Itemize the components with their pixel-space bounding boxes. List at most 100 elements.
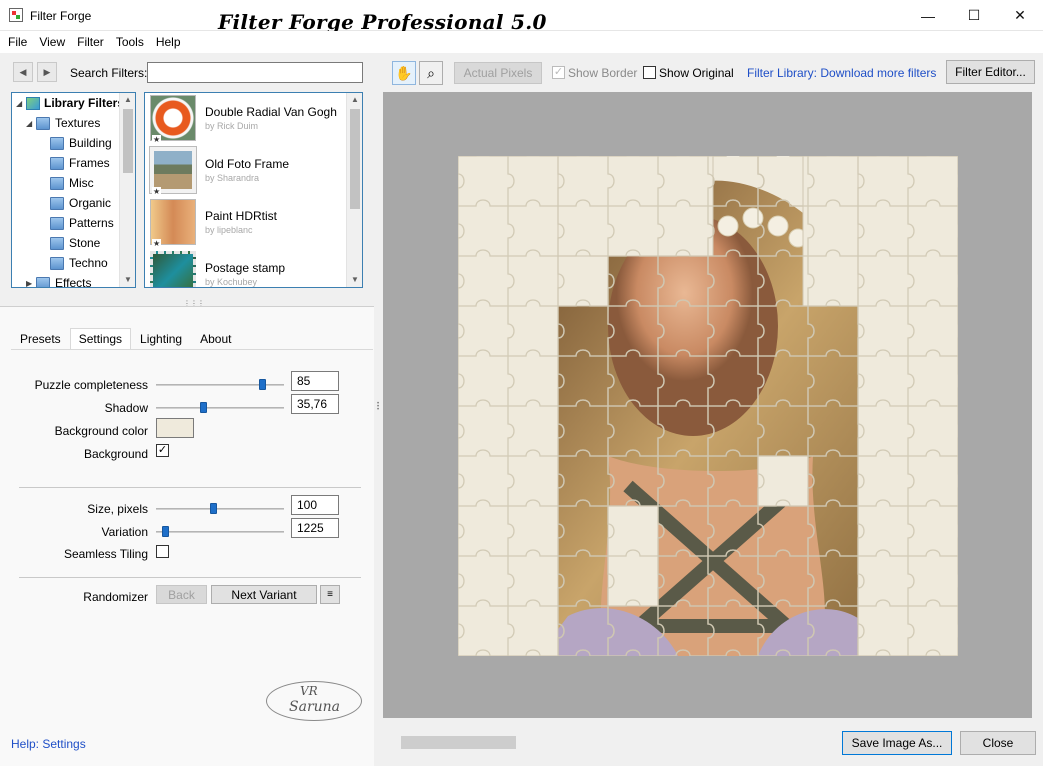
background-color-swatch[interactable] bbox=[156, 418, 194, 438]
puzzle-completeness-value[interactable]: 85 bbox=[291, 371, 339, 391]
tree-item-misc[interactable]: Misc bbox=[50, 173, 94, 193]
slider-thumb[interactable] bbox=[162, 526, 169, 537]
list-item[interactable]: ★ Paint HDRtist by lipeblanc bbox=[148, 197, 346, 249]
library-cube-icon bbox=[26, 96, 40, 110]
filter-library-link[interactable]: Filter Library: Download more filters bbox=[747, 66, 936, 80]
maximize-button[interactable]: ☐ bbox=[951, 0, 997, 31]
app-icon bbox=[9, 8, 23, 22]
search-label: Search Filters: bbox=[70, 66, 148, 80]
tree-item-techno[interactable]: Techno bbox=[50, 253, 108, 273]
menu-tools[interactable]: Tools bbox=[110, 35, 150, 49]
vertical-splitter[interactable]: • • • bbox=[374, 53, 383, 766]
progress-bar bbox=[401, 736, 516, 749]
left-panel: ◀ ▶ Search Filters: ◢ Library Filters ◢ … bbox=[0, 53, 374, 766]
grip-icon: • • • bbox=[377, 401, 380, 413]
filter-list-scrollbar[interactable]: ▲ ▼ bbox=[346, 93, 362, 287]
search-input[interactable] bbox=[147, 62, 363, 83]
shadow-value[interactable]: 35,76 bbox=[291, 394, 339, 414]
close-window-button[interactable]: ✕ bbox=[997, 0, 1043, 31]
tab-about[interactable]: About bbox=[191, 328, 241, 350]
randomizer-menu-button[interactable]: ≡ bbox=[320, 585, 340, 604]
slider-thumb[interactable] bbox=[210, 503, 217, 514]
puzzle-completeness-slider[interactable] bbox=[156, 379, 284, 390]
tree-label: Textures bbox=[55, 116, 101, 130]
slider-thumb[interactable] bbox=[200, 402, 207, 413]
list-item[interactable]: ★ Double Radial Van Gogh by Rick Duim bbox=[148, 93, 346, 145]
shadow-slider[interactable] bbox=[156, 402, 284, 413]
filter-author: by Sharandra bbox=[205, 173, 260, 183]
scroll-down-icon[interactable]: ▼ bbox=[347, 273, 362, 287]
menu-view[interactable]: View bbox=[33, 35, 71, 49]
arrow-right-icon: ▶ bbox=[43, 66, 51, 77]
list-item[interactable]: Postage stamp by Kochubey bbox=[148, 249, 346, 287]
scroll-up-icon[interactable]: ▲ bbox=[120, 93, 135, 107]
preview-image bbox=[458, 156, 958, 656]
arrow-left-icon: ◀ bbox=[19, 66, 27, 77]
preview-canvas[interactable] bbox=[383, 92, 1032, 718]
folder-icon bbox=[50, 156, 64, 170]
show-border-checkbox[interactable]: ✓ bbox=[552, 66, 565, 79]
tree-item-stone[interactable]: Stone bbox=[50, 233, 100, 253]
signature-name: Saruna bbox=[289, 699, 341, 715]
menu-bar: File View Filter Tools Help bbox=[0, 31, 1043, 53]
next-variant-button[interactable]: Next Variant bbox=[211, 585, 317, 604]
hand-tool-button[interactable]: ✋ bbox=[392, 61, 416, 85]
save-image-button[interactable]: Save Image As... bbox=[842, 731, 952, 755]
tree-item-organic[interactable]: Organic bbox=[50, 193, 111, 213]
menu-filter[interactable]: Filter bbox=[71, 35, 110, 49]
size-pixels-slider[interactable] bbox=[156, 503, 284, 514]
tree-scrollbar[interactable]: ▲ ▼ bbox=[119, 93, 135, 287]
tree-item-library-filters[interactable]: ◢ Library Filters bbox=[16, 93, 124, 113]
forward-nav-button[interactable]: ▶ bbox=[37, 62, 57, 82]
folder-icon bbox=[50, 176, 64, 190]
scroll-thumb[interactable] bbox=[350, 109, 360, 209]
background-checkbox[interactable]: ✓ bbox=[156, 444, 169, 457]
randomizer-label: Randomizer bbox=[83, 590, 148, 604]
menu-help[interactable]: Help bbox=[150, 35, 187, 49]
minimize-icon: — bbox=[921, 7, 935, 24]
seamless-tiling-label: Seamless Tiling bbox=[63, 547, 148, 561]
back-nav-button[interactable]: ◀ bbox=[13, 62, 33, 82]
tree-label: Techno bbox=[69, 256, 108, 270]
tree-item-effects[interactable]: ▶ Effects bbox=[26, 273, 91, 288]
tree-label: Misc bbox=[69, 176, 94, 190]
title-bar: Filter Forge Filter Forge Professional 5… bbox=[0, 0, 1043, 34]
tab-divider bbox=[11, 349, 373, 350]
tree-item-patterns[interactable]: Patterns bbox=[50, 213, 114, 233]
tab-presets[interactable]: Presets bbox=[11, 328, 70, 350]
menu-file[interactable]: File bbox=[2, 35, 33, 49]
minimize-button[interactable]: — bbox=[905, 0, 951, 31]
scroll-up-icon[interactable]: ▲ bbox=[347, 93, 362, 107]
scroll-thumb[interactable] bbox=[123, 109, 133, 173]
help-settings-link[interactable]: Help: Settings bbox=[11, 737, 86, 751]
tree-label: Patterns bbox=[69, 216, 114, 230]
filter-list[interactable]: ★ Double Radial Van Gogh by Rick Duim ★ … bbox=[144, 92, 363, 288]
bottom-bar: Save Image As... Close bbox=[383, 718, 1043, 766]
category-tree[interactable]: ◢ Library Filters ◢ Textures Building Fr… bbox=[11, 92, 136, 288]
tree-item-building[interactable]: Building bbox=[50, 133, 112, 153]
settings-panel: Presets Settings Lighting About Puzzle c… bbox=[0, 306, 374, 766]
filter-name: Double Radial Van Gogh bbox=[205, 105, 337, 119]
seamless-tiling-checkbox[interactable] bbox=[156, 545, 169, 558]
tree-label: Stone bbox=[69, 236, 101, 250]
slider-thumb[interactable] bbox=[259, 379, 266, 390]
scroll-down-icon[interactable]: ▼ bbox=[120, 273, 135, 287]
collapsed-icon: ▶ bbox=[26, 278, 33, 288]
list-item[interactable]: ★ Old Foto Frame by Sharandra bbox=[148, 145, 346, 197]
close-button[interactable]: Close bbox=[960, 731, 1036, 755]
show-original-checkbox[interactable] bbox=[643, 66, 656, 79]
size-pixels-value[interactable]: 100 bbox=[291, 495, 339, 515]
randomizer-back-button[interactable]: Back bbox=[156, 585, 207, 604]
horizontal-splitter[interactable]: ⋮⋮⋮ bbox=[0, 297, 374, 308]
star-icon: ★ bbox=[152, 187, 162, 196]
filter-author: by Rick Duim bbox=[205, 121, 259, 131]
variation-value[interactable]: 1225 bbox=[291, 518, 339, 538]
variation-slider[interactable] bbox=[156, 526, 284, 537]
tree-item-textures[interactable]: ◢ Textures bbox=[26, 113, 100, 133]
actual-pixels-button[interactable]: Actual Pixels bbox=[454, 62, 542, 84]
filter-editor-button[interactable]: Filter Editor... bbox=[946, 60, 1035, 84]
zoom-tool-button[interactable]: ⌕ bbox=[419, 61, 443, 85]
tab-settings[interactable]: Settings bbox=[69, 328, 132, 350]
tab-lighting[interactable]: Lighting bbox=[131, 328, 192, 350]
tree-item-frames[interactable]: Frames bbox=[50, 153, 110, 173]
